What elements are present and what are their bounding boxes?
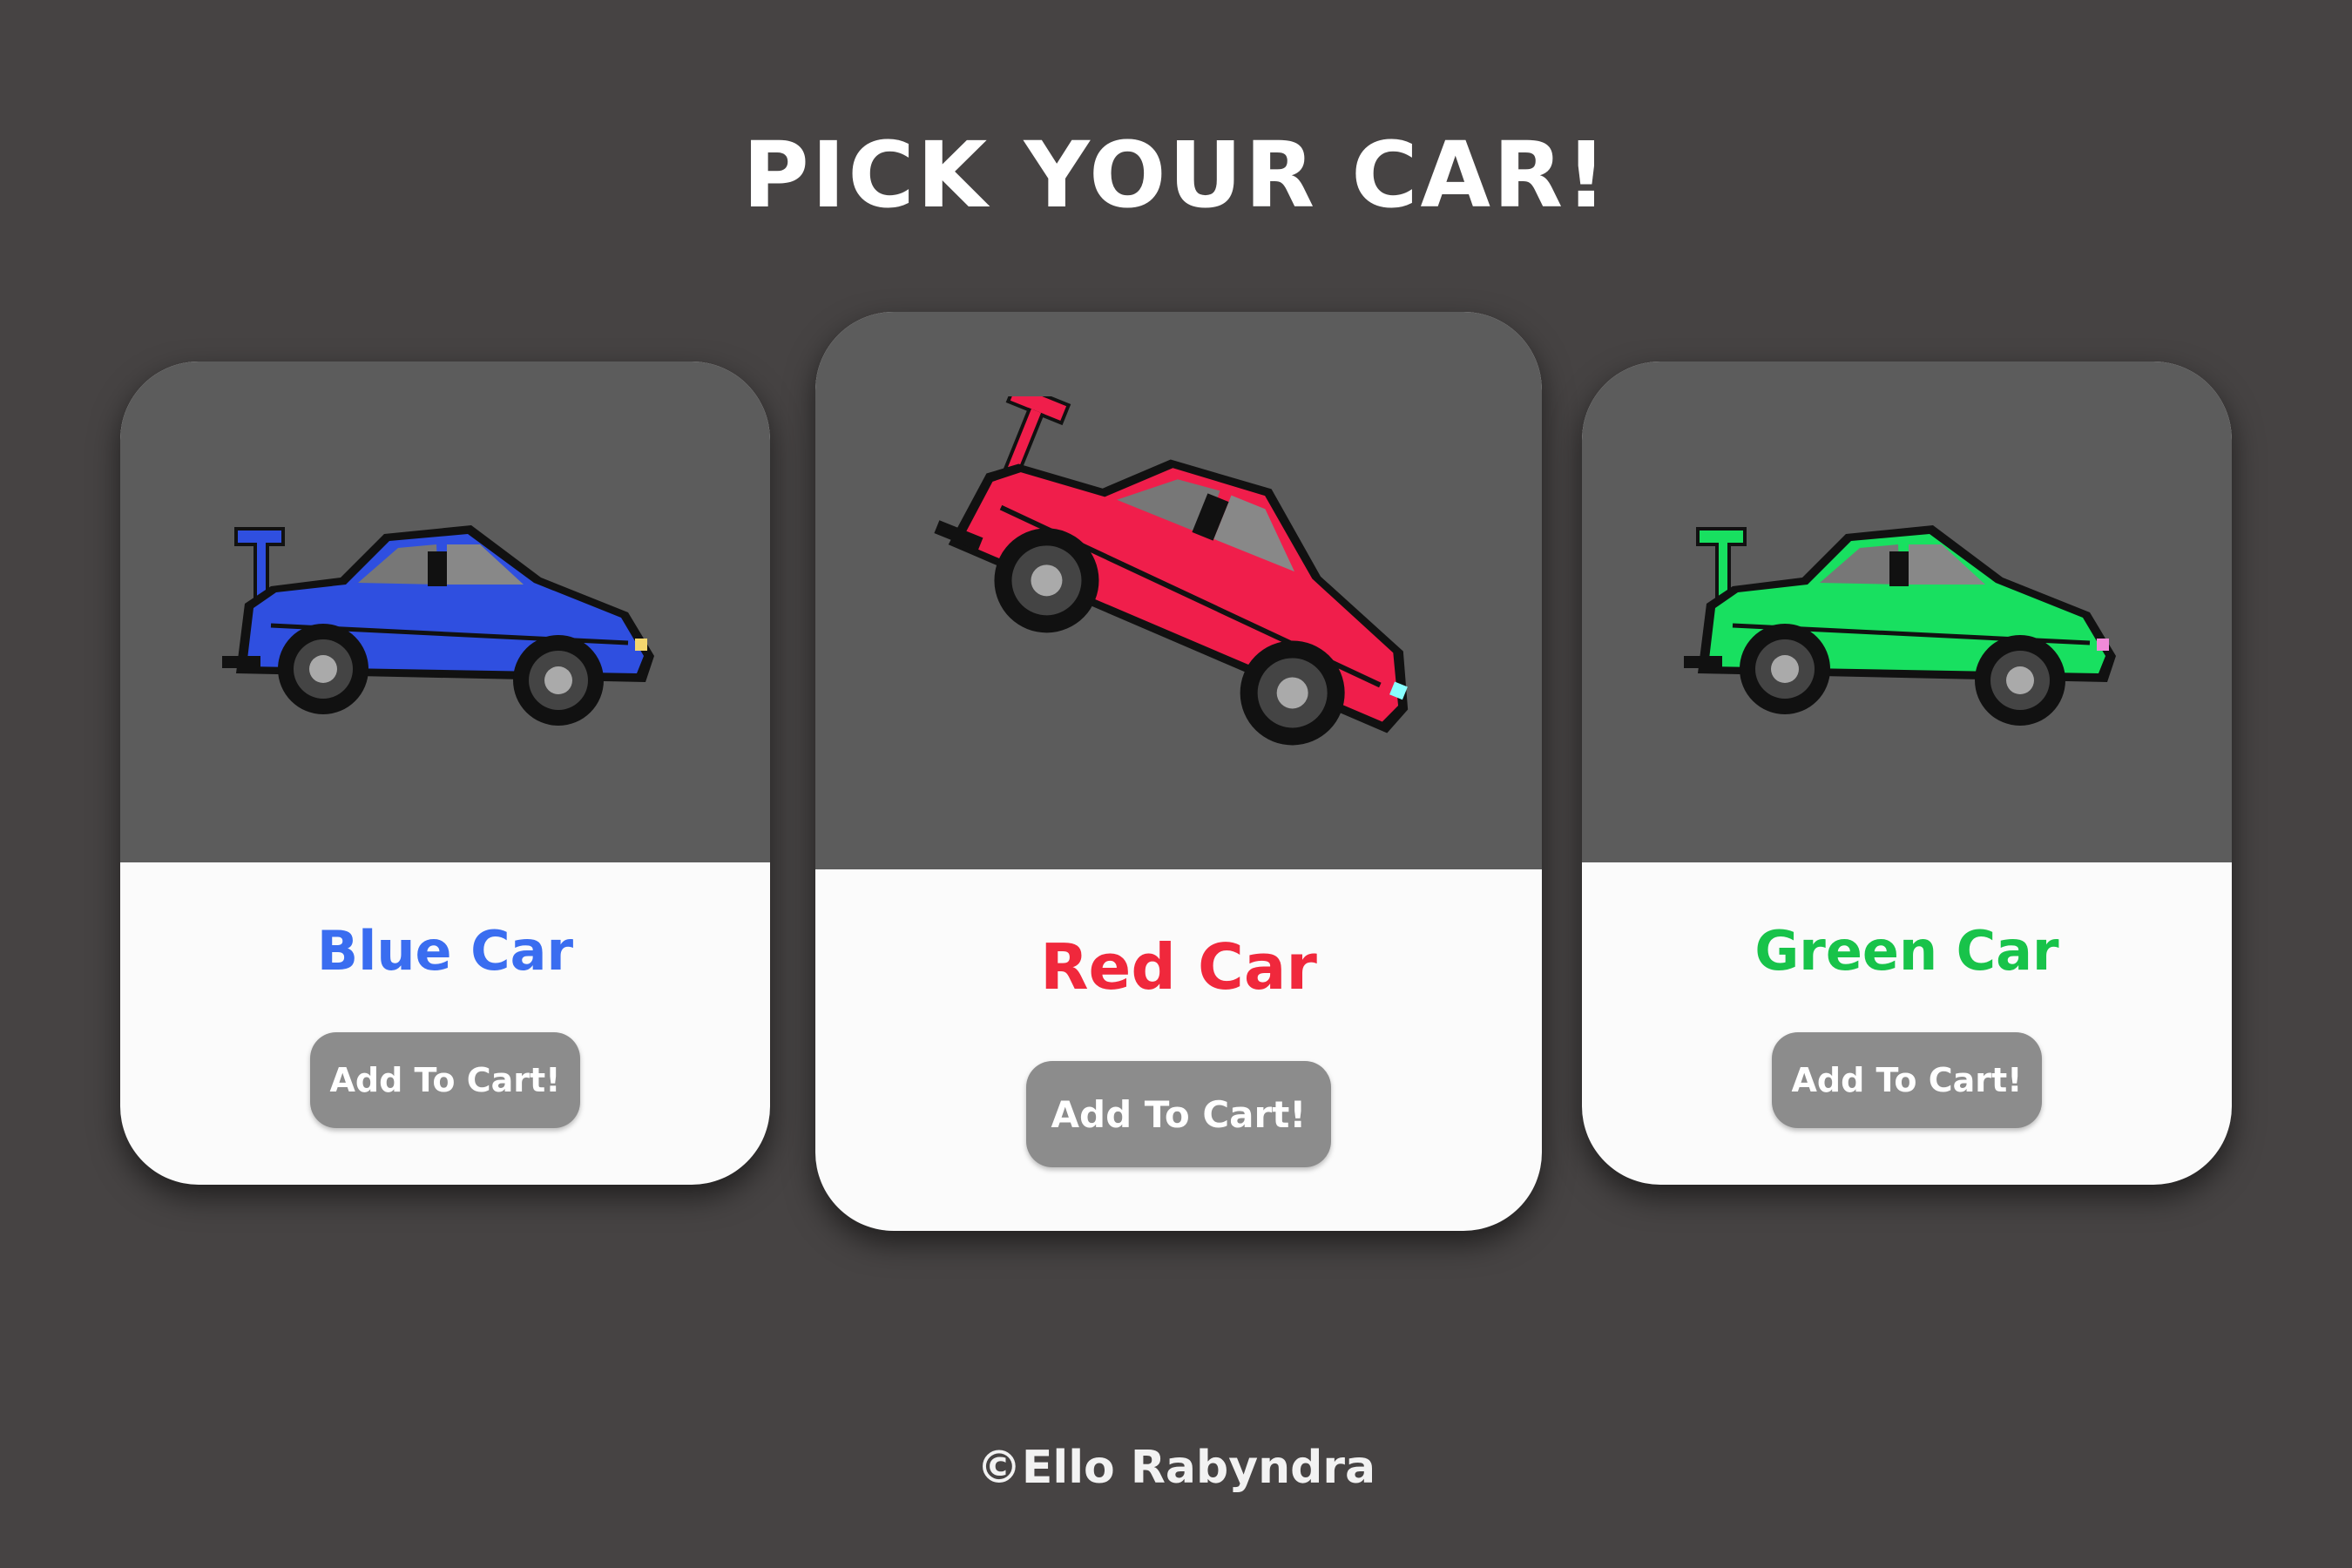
car-card-green[interactable]: Green Car Add To Cart! bbox=[1582, 362, 2232, 1185]
card-title: Green Car bbox=[1754, 919, 2059, 983]
add-to-cart-button[interactable]: Add To Cart! bbox=[1772, 1032, 2042, 1128]
footer-credit: ©Ello Rabyndra bbox=[976, 1442, 1376, 1494]
blue-race-car-icon bbox=[222, 524, 654, 726]
card-image-area bbox=[815, 312, 1542, 869]
page-title: PICK YOUR CAR! bbox=[742, 122, 1610, 228]
add-to-cart-button[interactable]: Add To Cart! bbox=[1026, 1061, 1331, 1167]
card-title: Red Car bbox=[1040, 930, 1317, 1004]
car-selection-page: PICK YOUR CAR! Blue Car Add To Cart! Red… bbox=[0, 0, 2352, 1568]
card-title: Blue Car bbox=[316, 919, 574, 983]
card-image-area bbox=[120, 362, 770, 862]
green-race-car-icon bbox=[1684, 524, 2116, 726]
red-race-car-icon bbox=[934, 396, 1409, 746]
add-to-cart-button[interactable]: Add To Cart! bbox=[310, 1032, 580, 1128]
car-card-red[interactable]: Red Car Add To Cart! bbox=[815, 312, 1542, 1231]
card-image-area bbox=[1582, 362, 2232, 862]
car-card-blue[interactable]: Blue Car Add To Cart! bbox=[120, 362, 770, 1185]
